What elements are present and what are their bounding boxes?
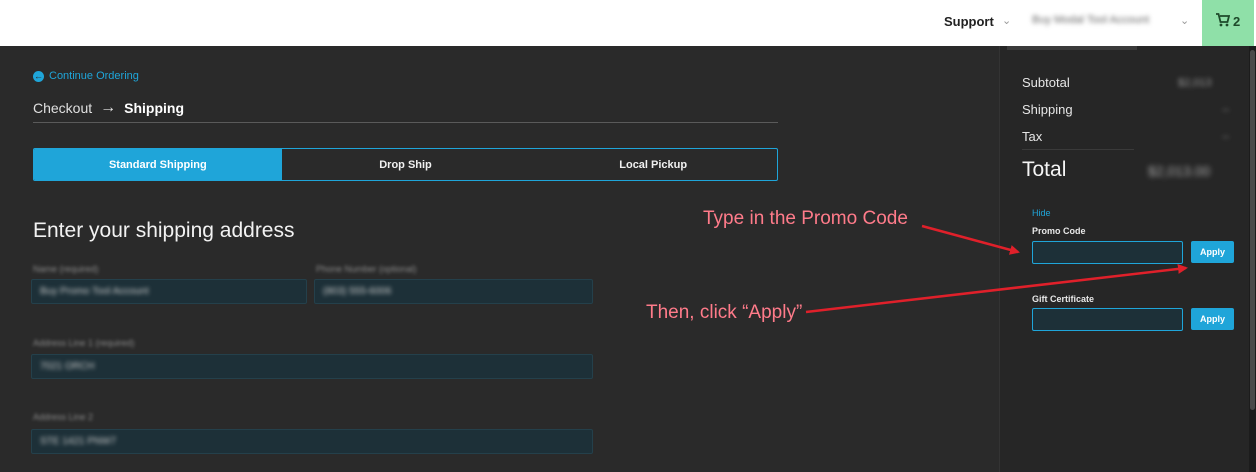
arrow-to-promo-input <box>921 224 1020 255</box>
annotation-arrows <box>805 224 1188 314</box>
arrow-to-apply-button <box>805 263 1188 314</box>
